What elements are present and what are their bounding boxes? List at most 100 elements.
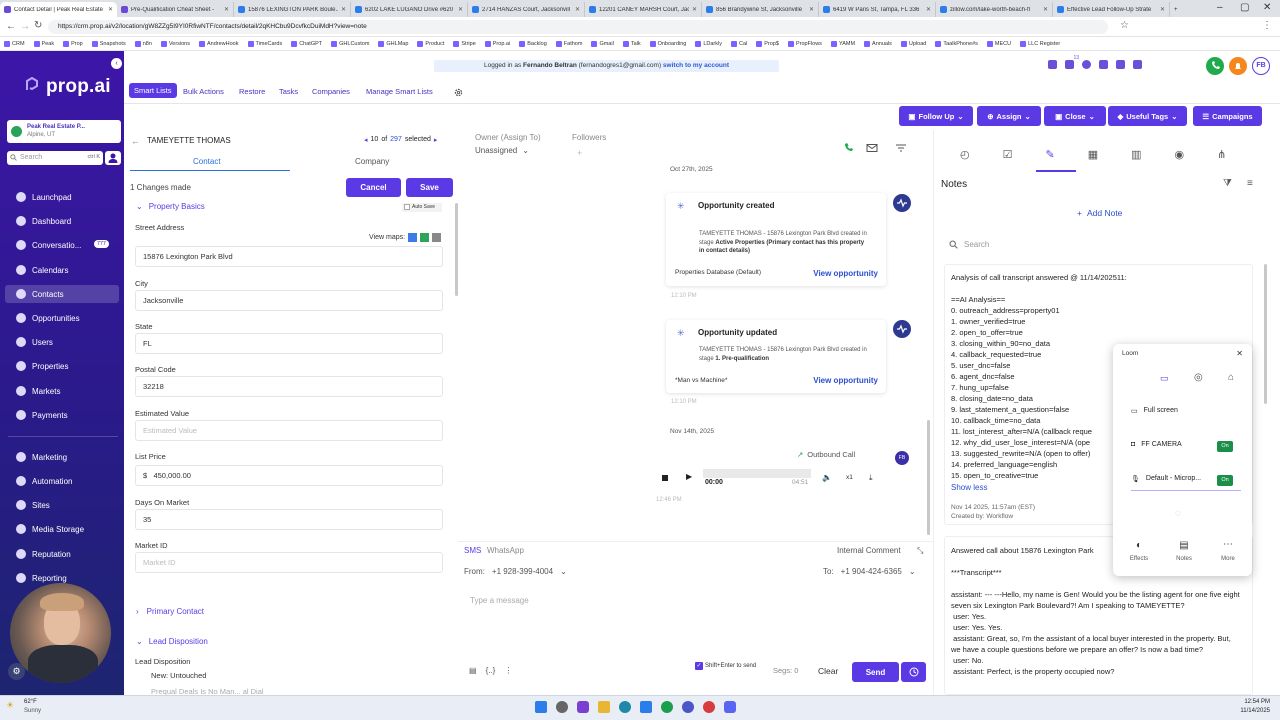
loom-camera-on-badge[interactable]: On — [1217, 441, 1233, 452]
tab-close-icon[interactable]: ✕ — [108, 6, 113, 13]
bookmark-item[interactable]: Gmail — [591, 40, 614, 47]
bookmark-item[interactable]: Prop — [63, 40, 83, 47]
collapse-sidebar-icon[interactable]: ‹ — [111, 58, 122, 69]
star-icon[interactable]: ☆ — [1120, 20, 1129, 31]
show-less-link[interactable]: Show less — [951, 483, 987, 492]
tab-sms[interactable]: SMS — [464, 546, 481, 555]
bookmark-item[interactable]: Onboarding — [649, 40, 686, 47]
bookmark-item[interactable]: PropFlows — [787, 40, 822, 47]
note-pencil-icon[interactable]: ✎ — [1045, 148, 1054, 161]
bookmark-item[interactable]: Upload — [900, 40, 926, 47]
sidebar-item-automation[interactable]: Automation — [5, 472, 119, 490]
add-note-button[interactable]: + Add Note — [1077, 208, 1122, 218]
bookmark-item[interactable]: Annuals — [864, 40, 892, 47]
download-icon[interactable]: ⤓ — [869, 473, 873, 483]
new-tab-button[interactable]: + — [1170, 2, 1190, 17]
section-lead-disposition[interactable]: ⌄ Lead Disposition — [136, 637, 208, 646]
browser-tab[interactable]: Contact Detail | Peak Real Estate ✕ — [0, 2, 117, 17]
taskbar-search-icon[interactable] — [556, 701, 568, 713]
location-switcher[interactable]: Peak Real Estate P... Alpine, UT — [7, 120, 121, 143]
subnav-smart-lists[interactable]: Smart Lists — [129, 83, 177, 98]
notes-scrollbar[interactable] — [1264, 264, 1267, 404]
bookmark-item[interactable]: AndrewHook — [199, 40, 239, 47]
city-input[interactable]: Jacksonville — [135, 290, 443, 311]
bookmark-item[interactable]: TimeCards — [247, 40, 282, 47]
sidebar-item-calendars[interactable]: Calendars — [5, 261, 119, 279]
browser-tab[interactable]: 6419 W Paris St, Tampa, FL 336 ✕ — [819, 2, 936, 17]
internal-comment-tab[interactable]: Internal Comment — [837, 546, 901, 555]
bookmark-item[interactable]: Product — [417, 40, 444, 47]
street-input[interactable]: 15876 Lexington Park Blvd — [135, 246, 443, 267]
bookmark-item[interactable]: TaalkPhone#s — [935, 40, 978, 47]
sort-icon[interactable]: ≡ — [1247, 178, 1253, 189]
days-on-market-input[interactable]: 35 — [135, 509, 443, 530]
tab-close-icon[interactable]: ✕ — [692, 6, 697, 13]
settings-gear-icon[interactable]: ⚙ — [8, 663, 25, 680]
bookmark-item[interactable]: Snapshots — [91, 40, 126, 47]
sidebar-item-payments[interactable]: Payments — [5, 406, 119, 424]
loom-mic-on-badge[interactable]: On — [1217, 475, 1233, 486]
bookmark-item[interactable]: Stripe — [453, 40, 476, 47]
url-field[interactable]: https://crm.prop.ai/v2/location/gW8ZZg5I… — [48, 20, 1108, 34]
google-maps-icon[interactable] — [420, 233, 430, 242]
market-id-input[interactable]: Market ID — [135, 552, 443, 573]
user-avatar[interactable]: FB — [1252, 57, 1270, 75]
list-price-input[interactable]: $ 450,000.00 — [135, 465, 443, 486]
save-button[interactable]: Save — [406, 178, 453, 197]
sidebar-item-users[interactable]: Users — [5, 333, 119, 351]
owner-select[interactable]: Unassigned ⌄ — [475, 146, 529, 155]
subnav-tasks[interactable]: Tasks — [279, 87, 298, 96]
app-icon[interactable] — [577, 701, 589, 713]
bookmark-item[interactable]: Prop.ai — [484, 40, 510, 47]
bookmark-item[interactable]: Versions — [160, 40, 190, 47]
chrome-icon[interactable] — [661, 701, 673, 713]
browser-tab[interactable]: zillow.com/lake-worth-beach-fl ✕ — [936, 2, 1053, 17]
forward-icon[interactable]: → — [20, 21, 30, 32]
stop-icon[interactable] — [662, 475, 668, 481]
tab-close-icon[interactable]: ✕ — [224, 6, 229, 13]
tab-close-icon[interactable]: ✕ — [809, 6, 814, 13]
street-view-icon[interactable] — [432, 233, 442, 242]
file-explorer-icon[interactable] — [598, 701, 610, 713]
subnav-companies[interactable]: Companies — [312, 87, 350, 96]
cancel-button[interactable]: Cancel — [346, 178, 401, 197]
loom-camera-row[interactable]: ◘ FF CAMERA — [1131, 441, 1182, 448]
notification-icon[interactable]: 13 — [1065, 55, 1079, 69]
browser-tab[interactable]: 2714 HANZAS Court, Jacksonvill ✕ — [468, 2, 585, 17]
subnav-restore[interactable]: Restore — [239, 87, 265, 96]
windows-start-icon[interactable] — [535, 701, 547, 713]
state-input[interactable]: FL — [135, 333, 443, 354]
loom-home-icon[interactable]: ⌂ — [1228, 372, 1234, 383]
loom-notes-icon[interactable]: ▤ — [1174, 540, 1194, 551]
sidebar-item-properties[interactable]: Properties — [5, 357, 119, 375]
tab-whatsapp[interactable]: WhatsApp — [487, 546, 524, 555]
edge-icon[interactable] — [619, 701, 631, 713]
browser-tab[interactable]: Pre-Qualification Cheat Sheet - ✕ — [117, 2, 234, 17]
clear-button[interactable]: Clear — [818, 666, 838, 676]
playback-speed[interactable]: x1 — [846, 474, 853, 481]
template-icon[interactable]: {..} — [486, 666, 496, 675]
back-icon[interactable]: ← — [6, 21, 16, 32]
bookmark-item[interactable]: Talk — [622, 40, 641, 47]
checkbox-checked-icon[interactable]: ✓ — [695, 662, 703, 670]
history-icon[interactable]: ◴ — [960, 148, 970, 161]
trash-icon[interactable] — [1133, 60, 1142, 69]
app-icon[interactable] — [640, 701, 652, 713]
form-scrollbar[interactable] — [455, 203, 458, 296]
browser-menu-icon[interactable]: ⋮ — [1262, 20, 1272, 31]
map-icon[interactable] — [408, 233, 418, 242]
schedule-send-button[interactable] — [901, 662, 926, 682]
notes-search[interactable]: Search — [949, 236, 1251, 252]
loom-camera-mode-icon[interactable]: ▭ — [1160, 373, 1169, 384]
tab-contact[interactable]: Contact — [193, 157, 221, 166]
to-number-select[interactable]: To: +1 904-424-6365 ⌄ — [823, 567, 916, 576]
sidebar-item-sites[interactable]: Sites — [5, 496, 119, 514]
bookmark-item[interactable]: LLC Register — [1020, 40, 1060, 47]
browser-tab[interactable]: Effective Lead Follow-Up Strate ✕ — [1053, 2, 1170, 17]
from-number-select[interactable]: From: +1 928-399-4004 ⌄ — [464, 567, 567, 576]
sidebar-item-contacts[interactable]: Contacts — [5, 285, 119, 303]
auto-save-toggle[interactable]: Auto Save — [402, 203, 442, 212]
sidebar-item-media-storage[interactable]: Media Storage — [5, 520, 119, 538]
calendar-icon[interactable]: ▦ — [1088, 148, 1098, 161]
bookmark-item[interactable]: YAMM — [830, 40, 855, 47]
